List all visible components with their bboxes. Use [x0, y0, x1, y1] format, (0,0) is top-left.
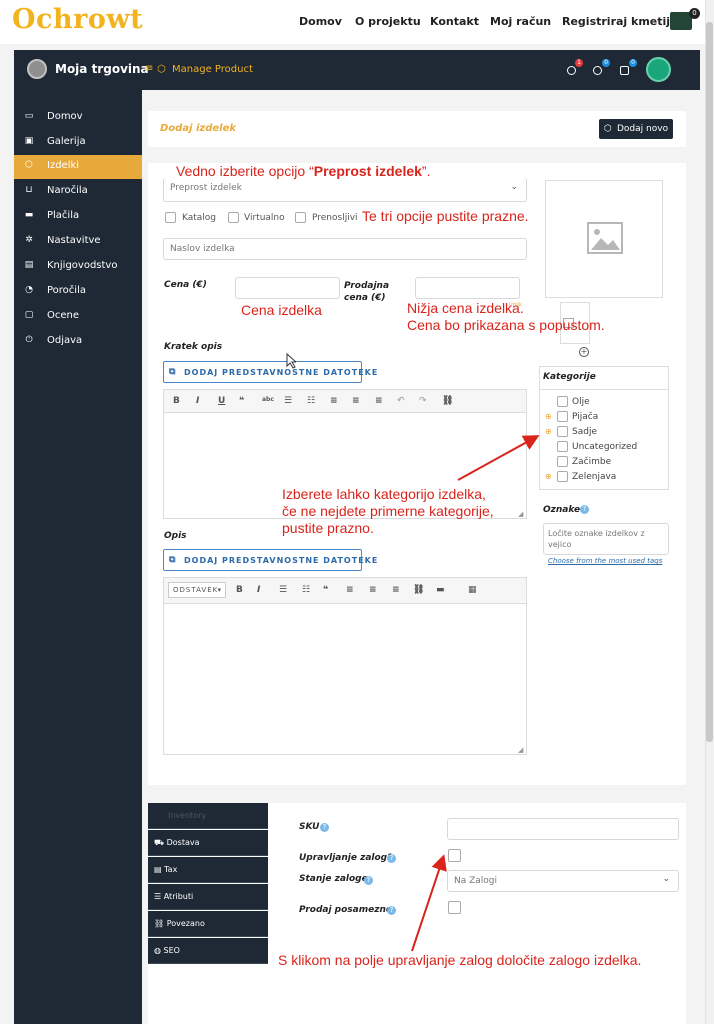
- arrow-to-manage-stock: [411, 854, 447, 952]
- annotation-arrows: [411, 435, 540, 952]
- arrow-to-categories: [457, 435, 540, 481]
- mouse-cursor-icon: [286, 353, 296, 369]
